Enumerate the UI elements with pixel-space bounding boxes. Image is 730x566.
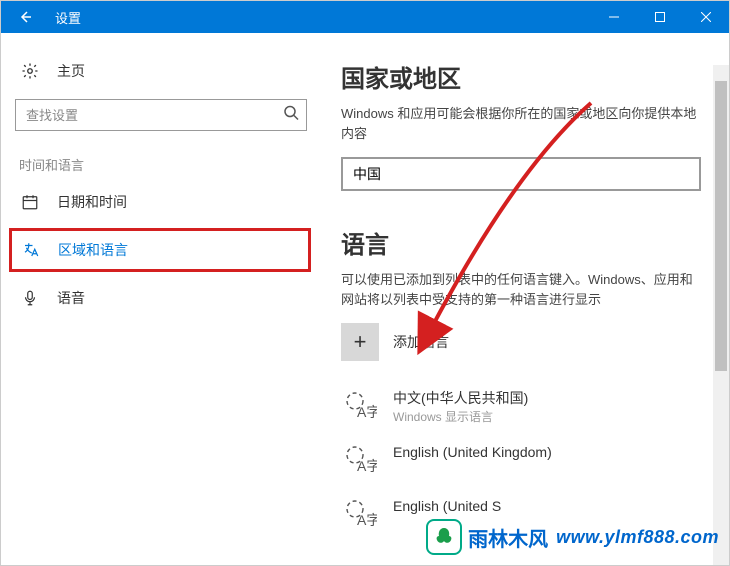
language-desc: 可以使用已添加到列表中的任何语言键入。Windows、应用和网站将以列表中受支持…: [341, 270, 701, 309]
home-label: 主页: [57, 61, 85, 81]
microphone-icon: [19, 289, 41, 307]
country-dropdown[interactable]: 中国: [341, 157, 701, 191]
language-glyph-icon: A字: [341, 443, 379, 481]
sidebar-item-datetime[interactable]: 日期和时间: [1, 180, 321, 224]
watermark-logo-icon: [426, 519, 462, 555]
nav-group-header: 时间和语言: [1, 145, 321, 180]
language-subtitle: Windows 显示语言: [393, 409, 528, 426]
watermark: 雨林木风 www.ylmf888.com: [426, 519, 719, 555]
language-name: 中文(中华人民共和国): [393, 389, 528, 409]
window-title: 设置: [49, 8, 591, 27]
minimize-button[interactable]: [591, 1, 637, 33]
sidebar-item-region-language[interactable]: 区域和语言: [20, 240, 300, 260]
language-item[interactable]: A字 中文(中华人民共和国) Windows 显示语言: [341, 381, 729, 435]
svg-text:A字: A字: [357, 404, 377, 420]
language-glyph-icon: A字: [341, 389, 379, 427]
search-wrap: [15, 99, 307, 131]
svg-text:A字: A字: [357, 458, 377, 474]
region-desc: Windows 和应用可能会根据你所在的国家或地区向你提供本地内容: [341, 104, 701, 143]
language-glyph-icon: A字: [341, 497, 379, 535]
sidebar-item-label: 日期和时间: [57, 192, 127, 212]
titlebar: 设置: [1, 1, 729, 33]
sidebar-item-label: 语音: [57, 288, 85, 308]
calendar-icon: [19, 193, 41, 211]
home-link[interactable]: 主页: [1, 51, 321, 91]
scrollbar-thumb[interactable]: [715, 81, 727, 371]
sidebar-item-speech[interactable]: 语音: [1, 276, 321, 320]
dropdown-value: 中国: [353, 164, 381, 184]
arrow-left-icon: [17, 9, 33, 25]
search-icon: [283, 105, 299, 126]
region-heading: 国家或地区: [341, 59, 729, 94]
sidebar-item-label: 区域和语言: [58, 240, 128, 260]
svg-text:A字: A字: [357, 512, 377, 528]
close-button[interactable]: [683, 1, 729, 33]
sidebar: 主页 时间和语言 日期和时间 区域和语言: [1, 33, 321, 565]
language-item[interactable]: A字 English (United Kingdom): [341, 435, 729, 489]
plus-icon: +: [341, 323, 379, 361]
back-button[interactable]: [1, 1, 49, 33]
content-panel: 国家或地区 Windows 和应用可能会根据你所在的国家或地区向你提供本地内容 …: [321, 33, 729, 565]
add-language-button[interactable]: + 添加语言: [341, 323, 729, 361]
window-controls: [591, 1, 729, 33]
watermark-brand: 雨林木风: [468, 523, 548, 552]
maximize-button[interactable]: [637, 1, 683, 33]
language-name: English (United S: [393, 497, 501, 517]
language-heading: 语言: [341, 225, 729, 260]
add-language-label: 添加语言: [393, 332, 449, 352]
language-name: English (United Kingdom): [393, 443, 552, 463]
gear-icon: [19, 62, 41, 80]
scrollbar[interactable]: [713, 65, 729, 565]
globe-language-icon: [20, 241, 42, 259]
watermark-url: www.ylmf888.com: [556, 527, 719, 548]
search-input[interactable]: [15, 99, 307, 131]
